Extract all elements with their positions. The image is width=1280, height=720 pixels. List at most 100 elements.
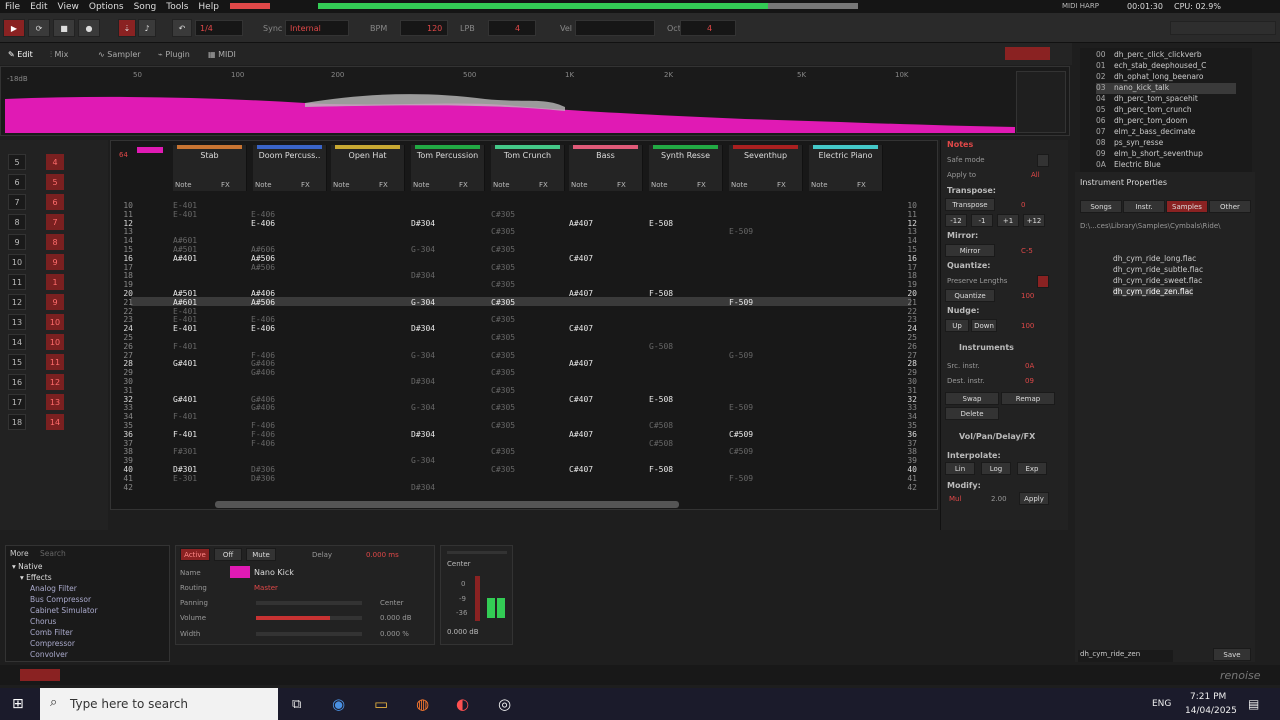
note-cell[interactable]: E-406 <box>251 219 275 228</box>
note-cell[interactable]: C#305 <box>491 403 515 412</box>
tab-sampler[interactable]: ∿ Sampler <box>98 47 141 62</box>
note-cell[interactable]: A#401 <box>173 254 197 263</box>
sequence-pattern-slot[interactable]: 13 <box>46 394 64 410</box>
note-cell[interactable]: D#304 <box>411 483 435 492</box>
menu-view[interactable]: View <box>53 2 84 12</box>
note-cell[interactable]: A#407 <box>569 430 593 439</box>
task-view-icon[interactable]: ⧉ <box>292 697 301 712</box>
apply-to-select[interactable]: All <box>1031 171 1040 179</box>
tree-item[interactable]: Compressor <box>30 639 75 648</box>
instrument-item[interactable]: 03 nano_kick_talk <box>1096 83 1236 94</box>
obs-icon[interactable]: ◎ <box>498 695 511 713</box>
note-cell[interactable]: F-406 <box>251 430 275 439</box>
note-cell[interactable]: C#305 <box>491 351 515 360</box>
menu-tools[interactable]: Tools <box>161 2 193 12</box>
nudge-value[interactable]: 100 <box>1021 322 1034 330</box>
bpm-field[interactable]: 120 <box>400 20 448 36</box>
note-cell[interactable]: C#305 <box>491 245 515 254</box>
quantize-value[interactable]: 100 <box>1021 292 1034 300</box>
stop-button[interactable]: ■ <box>53 19 75 37</box>
delay-value[interactable]: 0.000 ms <box>366 551 399 559</box>
loop-icon[interactable]: ⟳ <box>28 19 50 37</box>
clock-date[interactable]: 14/04/2025 <box>1185 706 1237 716</box>
sequence-pattern-slot[interactable]: 12 <box>46 374 64 390</box>
pattern-editor[interactable]: 64 Stab Note FX Doom Percuss.. Note FX Open Ha… <box>110 140 938 510</box>
transpose-value[interactable]: 0 <box>1021 201 1025 209</box>
note-cell[interactable]: D#304 <box>411 271 435 280</box>
note-cell[interactable]: E-406 <box>251 210 275 219</box>
tree-item[interactable]: Convolver <box>30 650 68 659</box>
note-cell[interactable]: C#305 <box>491 333 515 342</box>
note-cell[interactable]: D#306 <box>251 474 275 483</box>
tab-instr[interactable]: Instr. <box>1123 200 1165 213</box>
layout-preset-buttons[interactable] <box>1170 21 1276 35</box>
instrument-item[interactable]: 00 dh_perc_click_clickverb <box>1096 50 1236 61</box>
tree-item[interactable]: Analog Filter <box>30 584 77 593</box>
track-header[interactable]: Stab Note FX <box>173 145 247 191</box>
note-cell[interactable]: C#407 <box>569 324 593 333</box>
note-cell[interactable]: C#508 <box>649 421 673 430</box>
note-cell[interactable]: A#506 <box>251 254 275 263</box>
note-cell[interactable]: G#401 <box>173 359 197 368</box>
note-cell[interactable]: F-406 <box>251 351 275 360</box>
track-color-swatch[interactable] <box>230 566 250 578</box>
note-cell[interactable]: F-401 <box>173 412 197 421</box>
instrument-item[interactable]: 0A Electric Blue <box>1096 160 1236 171</box>
nudge-up-button[interactable]: Up <box>945 319 969 332</box>
firefox-icon[interactable]: ◍ <box>416 695 429 713</box>
transpose-plus1-button[interactable]: +1 <box>997 214 1019 227</box>
instrument-item[interactable]: 04 dh_perc_tom_spacehit <box>1096 94 1236 105</box>
note-cell[interactable]: A#601 <box>173 298 197 307</box>
interp-linear-button[interactable]: Lin <box>945 462 975 475</box>
instrument-item[interactable]: 01 ech_stab_deephoused_C <box>1096 61 1236 72</box>
nudge-down-button[interactable]: Down <box>971 319 997 332</box>
menu-file[interactable]: File <box>0 2 25 12</box>
track-header[interactable]: Synth Resse Note FX <box>649 145 723 191</box>
modify-apply-button[interactable]: Apply <box>1019 492 1049 505</box>
windows-start-icon[interactable]: ⊞ <box>12 696 24 712</box>
browser-more[interactable]: More <box>10 549 29 558</box>
volume-meter[interactable] <box>230 3 270 9</box>
tree-item[interactable]: Chorus <box>30 617 56 626</box>
sequence-pattern-slot[interactable]: 6 <box>46 194 64 210</box>
note-cell[interactable]: F-401 <box>173 342 197 351</box>
sequence-index[interactable]: 7 <box>8 194 26 210</box>
octave-field[interactable]: 4 <box>680 20 736 36</box>
note-cell[interactable]: A#501 <box>173 289 197 298</box>
off-button[interactable]: Off <box>214 548 242 561</box>
note-cell[interactable]: C#509 <box>729 430 753 439</box>
tab-plugin[interactable]: ⌁ Plugin <box>158 47 190 62</box>
note-cell[interactable]: G#406 <box>251 359 275 368</box>
note-cell[interactable]: G-304 <box>411 298 435 307</box>
sequence-index[interactable]: 5 <box>8 154 26 170</box>
tab-samples[interactable]: Samples <box>1166 200 1208 213</box>
note-cell[interactable]: F-406 <box>251 439 275 448</box>
note-cell[interactable]: C#407 <box>569 254 593 263</box>
sequence-pattern-slot[interactable]: 11 <box>46 354 64 370</box>
transpose-plus12-button[interactable]: +12 <box>1023 214 1045 227</box>
note-cell[interactable]: F-406 <box>251 421 275 430</box>
delete-button[interactable]: Delete <box>945 407 999 420</box>
active-button[interactable]: Active <box>180 548 210 561</box>
sequence-pattern-slot[interactable]: 10 <box>46 314 64 330</box>
volume-slider[interactable] <box>256 616 362 620</box>
renoise-taskbar-icon[interactable]: ◐ <box>456 695 469 713</box>
routing-select[interactable]: Master <box>254 584 278 592</box>
note-cell[interactable]: E-509 <box>729 227 753 236</box>
menu-song[interactable]: Song <box>129 2 162 12</box>
note-cell[interactable]: G#406 <box>251 368 275 377</box>
note-cell[interactable]: C#305 <box>491 421 515 430</box>
note-cell[interactable]: C#407 <box>569 395 593 404</box>
note-cell[interactable]: C#305 <box>491 280 515 289</box>
menu-options[interactable]: Options <box>84 2 129 12</box>
track-header[interactable]: Open Hat Note FX <box>331 145 405 191</box>
track-header[interactable]: Doom Percuss.. Note FX <box>253 145 327 191</box>
sequence-pattern-slot[interactable]: 9 <box>46 254 64 270</box>
play-button[interactable]: ▶ <box>3 19 25 37</box>
src-instr-value[interactable]: 0A <box>1025 362 1034 370</box>
note-cell[interactable]: C#305 <box>491 465 515 474</box>
sequence-index[interactable]: 11 <box>8 274 26 290</box>
note-cell[interactable]: A#506 <box>251 263 275 272</box>
sequence-index[interactable]: 17 <box>8 394 26 410</box>
tree-effects[interactable]: ▾ Effects <box>20 573 52 582</box>
